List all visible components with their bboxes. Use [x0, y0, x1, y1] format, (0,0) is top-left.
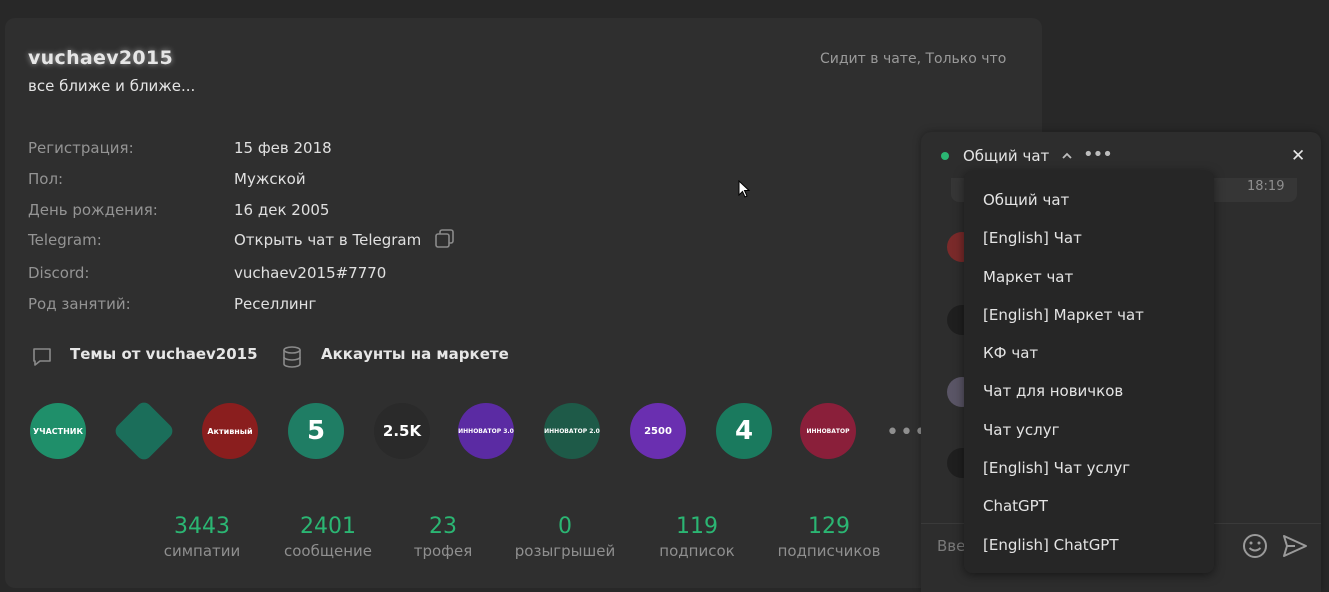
stat-following[interactable]: 119 подписок: [654, 514, 740, 562]
trophy-label: 2.5K: [382, 421, 422, 440]
trophy-badge[interactable]: 2500: [630, 403, 686, 459]
info-value-gender: Мужской: [234, 170, 306, 188]
chat-title[interactable]: Общий чат: [963, 147, 1049, 165]
message-time: 18:19: [1247, 179, 1285, 194]
send-icon[interactable]: [1281, 532, 1309, 560]
info-value-birthday: 16 дек 2005: [234, 201, 330, 219]
trophy-badge[interactable]: ИННОВАТОР 2.0: [544, 403, 600, 459]
trophy-label: 5: [306, 415, 326, 446]
stat-value: 23: [429, 514, 457, 539]
chevron-up-icon[interactable]: [1061, 150, 1073, 162]
stat-label: подписок: [659, 542, 735, 560]
info-label-birthday: День рождения:: [28, 201, 158, 219]
chat-room-dropdown: Общий чат [English] Чат Маркет чат [Engl…: [964, 171, 1214, 573]
stat-label: розыгрышей: [514, 542, 616, 560]
mouse-cursor-icon: [738, 180, 751, 198]
trophy-badge[interactable]: 5: [288, 403, 344, 459]
trophy-badge[interactable]: 2.5K: [374, 403, 430, 459]
last-seen: Сидит в чате, Только что: [820, 51, 1007, 67]
trophy-label: ИННОВАТОР 3.0: [458, 427, 514, 435]
stat-messages[interactable]: 2401 сообщение: [280, 514, 376, 562]
room-option[interactable]: Общий чат: [983, 191, 1069, 209]
room-option[interactable]: Маркет чат: [983, 268, 1073, 286]
stat-value: 119: [676, 514, 718, 539]
stat-label: сообщение: [284, 542, 372, 560]
trophy-label: 2500: [644, 425, 672, 437]
trophy-badge[interactable]: 4: [716, 403, 772, 459]
status-text: все ближе и ближе...: [28, 77, 196, 95]
info-label-gender: Пол:: [28, 170, 64, 188]
database-icon: [283, 346, 301, 368]
stat-value: 3443: [174, 514, 230, 539]
room-option[interactable]: Чат для новичков: [983, 382, 1123, 400]
trophy-badge[interactable]: ИННОВАТОР: [800, 403, 856, 459]
emoji-icon[interactable]: [1241, 532, 1269, 560]
room-option[interactable]: Чат услуг: [983, 421, 1059, 439]
room-option[interactable]: КФ чат: [983, 344, 1038, 362]
room-option[interactable]: [English] ChatGPT: [983, 536, 1119, 554]
chat-menu-button[interactable]: •••: [1083, 144, 1113, 165]
info-label-registration: Регистрация:: [28, 139, 134, 157]
trophy-label: УЧАСТНИК: [32, 426, 84, 436]
stat-likes[interactable]: 3443 симпатии: [162, 514, 242, 562]
stat-label: трофея: [413, 542, 473, 560]
trophy-badge[interactable]: УЧАСТНИК: [30, 403, 86, 459]
telegram-link[interactable]: Открыть чат в Telegram: [234, 231, 421, 249]
info-value-discord: vuchaev2015#7770: [234, 264, 387, 282]
username[interactable]: vuchaev2015: [28, 47, 173, 69]
room-option[interactable]: [English] Маркет чат: [983, 306, 1144, 324]
threads-link[interactable]: Темы от vuchaev2015: [70, 345, 258, 363]
market-link[interactable]: Аккаунты на маркете: [321, 345, 509, 363]
stat-giveaways[interactable]: 0 розыгрышей: [510, 514, 620, 562]
stat-label: подписчиков: [777, 542, 881, 560]
room-option[interactable]: ChatGPT: [983, 497, 1048, 515]
chat-bubble-icon: [33, 348, 51, 366]
stat-label: симпатии: [163, 542, 241, 560]
info-label-occupation: Род занятий:: [28, 295, 131, 313]
stat-trophies[interactable]: 23 трофея: [408, 514, 478, 562]
stat-value: 0: [558, 514, 572, 539]
trophy-badge[interactable]: Активный: [202, 403, 258, 459]
trophy-label: ИННОВАТОР 2.0: [544, 427, 600, 435]
room-option[interactable]: [English] Чат: [983, 229, 1082, 247]
trophy-label: 4: [734, 415, 754, 446]
stat-value: 129: [808, 514, 850, 539]
info-value-occupation: Реселлинг: [234, 295, 317, 313]
trophy-label: ИННОВАТОР: [806, 427, 850, 435]
stat-value: 2401: [300, 514, 356, 539]
info-label-discord: Discord:: [28, 264, 90, 282]
trophy-badge[interactable]: ИННОВАТОР 3.0: [458, 403, 514, 459]
chat-message-input[interactable]: Вве: [937, 537, 965, 555]
room-option[interactable]: [English] Чат услуг: [983, 459, 1130, 477]
stat-followers[interactable]: 129 подписчиков: [772, 514, 886, 562]
info-value-registration: 15 фев 2018: [234, 139, 332, 157]
profile-panel: [5, 18, 1042, 588]
trophy-label: Активный: [207, 426, 253, 436]
info-label-telegram: Telegram:: [28, 231, 102, 249]
copy-icon[interactable]: [434, 228, 456, 250]
online-indicator: [941, 152, 949, 160]
close-button[interactable]: ✕: [1291, 146, 1305, 166]
